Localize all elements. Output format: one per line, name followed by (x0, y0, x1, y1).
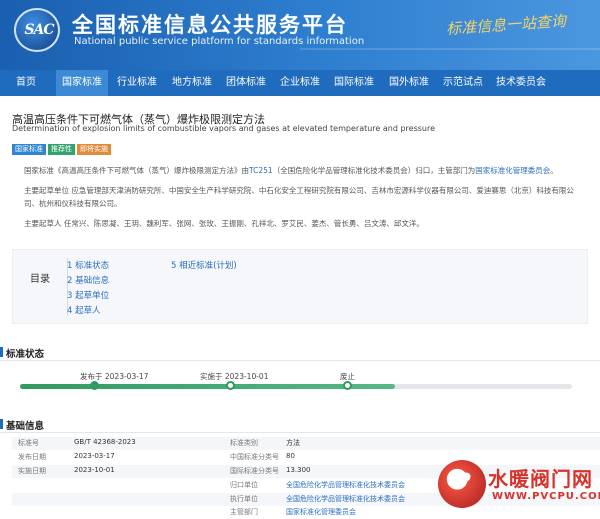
standard-badges: 国家标准 推荐性 即将实施 (12, 136, 113, 155)
badge-national: 国家标准 (12, 144, 46, 155)
nav-local-standards[interactable]: 地方标准 (166, 70, 218, 96)
site-subtitle: National public service platform for sta… (74, 36, 365, 47)
site-slogan: 标准信息一站查询 (445, 11, 567, 39)
sac-logo[interactable]: SAC (14, 8, 60, 52)
executing-unit-label: 执行单位 (230, 495, 258, 503)
ics-label: 国际标准分类号 (230, 467, 279, 475)
intro-paragraph-drafting-units: 主要起草单位 应急管理部天津消防研究所、中国安全生产科学研究院、中石化安全工程研… (24, 186, 574, 208)
nav-demonstration[interactable]: 示范试点 (437, 70, 489, 96)
intro-paragraph-1: 国家标准《高温高压条件下可燃气体（蒸气）爆炸极限测定方法》由TC251（全国危险… (24, 164, 584, 177)
ics-value: 13.300 (286, 466, 311, 474)
status-section-rule (0, 360, 600, 361)
intro-text: （全国危险化学品管理标准化技术委员会）归口，主管部门为 (272, 166, 476, 175)
toc-item-related-standards[interactable]: 5 相近标准(计划) (171, 259, 237, 271)
tc-link[interactable]: TC251 (249, 166, 273, 175)
department-link[interactable]: 国家标准化管理委员会 (475, 166, 550, 175)
standard-category-value: 方法 (286, 439, 300, 447)
status-section-title: 标准状态 (6, 349, 45, 360)
standard-title-en: Determination of explosion limits of com… (12, 124, 436, 133)
intro-text: 。 (550, 166, 558, 175)
toc-item-drafters[interactable]: 4 起草人 (67, 304, 101, 316)
toc-item-basic-info[interactable]: 2 基础信息 (67, 274, 109, 286)
status-timeline-progress (20, 384, 396, 389)
nav-group-standards[interactable]: 团体标准 (220, 70, 272, 96)
nav-national-standards[interactable]: 国家标准 (56, 70, 108, 96)
watermark-url: WWW.PVCPU.COM (492, 491, 600, 502)
nav-foreign-standards[interactable]: 国外标准 (383, 70, 435, 96)
implement-date-value: 2023-10-01 (74, 466, 115, 474)
toc-item-status[interactable]: 1 标准状态 (67, 259, 109, 271)
ccs-label: 中国标准分类号 (230, 453, 279, 461)
badge-upcoming: 即将实施 (77, 144, 111, 155)
table-of-contents: 目录 1 标准状态 2 基础信息 3 起草单位 4 起草人 5 相近标准(计划) (12, 249, 588, 324)
published-date-label: 发布于 2023-03-17 (80, 372, 149, 381)
implemented-date-label: 实施于 2023-10-01 (200, 372, 269, 381)
basic-section-marker (0, 419, 3, 429)
published-milestone-dot (90, 381, 99, 390)
toc-item-drafting-units[interactable]: 3 起草单位 (67, 289, 109, 301)
standard-number-value: GB/T 42368-2023 (74, 438, 136, 446)
ccs-value: 80 (286, 452, 295, 460)
toc-title: 目录 (30, 274, 50, 285)
nav-home[interactable]: 首页 (6, 70, 46, 96)
watermark-text: 水暖阀门网 (488, 467, 593, 491)
watermark-logo-icon: P (438, 460, 486, 508)
header-decoration (300, 48, 600, 50)
watermark-logo-mark: P (453, 469, 471, 495)
nav-enterprise-standards[interactable]: 企业标准 (274, 70, 326, 96)
main-nav: 首页 国家标准 行业标准 地方标准 团体标准 企业标准 国际标准 国外标准 示范… (0, 70, 600, 96)
implement-date-label: 实施日期 (18, 467, 46, 475)
responsible-unit-link[interactable]: 全国危险化学品管理标准化技术委员会 (286, 480, 405, 490)
executing-unit-link[interactable]: 全国危险化学品管理标准化技术委员会 (286, 494, 405, 504)
intro-paragraph-drafters: 主要起草人 任常兴、陈思凝、王玥、魏利军、张网、张玫、王振刚、孔祥北、罗艾民、姜… (24, 219, 424, 228)
nav-international-standards[interactable]: 国际标准 (328, 70, 380, 96)
table-row: 标准号 GB/T 42368-2023 标准类别 方法 (12, 437, 600, 450)
responsible-unit-label: 归口单位 (230, 481, 258, 489)
publish-date-value: 2023-03-17 (74, 452, 115, 460)
intro-text: 国家标准《高温高压条件下可燃气体（蒸气）爆炸极限测定方法》由 (24, 166, 249, 175)
abolished-milestone-dot (343, 381, 352, 390)
supervising-dept-label: 主管部门 (230, 508, 258, 516)
table-row: 主管部门 国家标准化管理委员会 (12, 506, 600, 519)
standard-category-label: 标准类别 (230, 439, 258, 447)
badge-recommended: 推荐性 (48, 144, 75, 155)
site-header: SAC 全国标准信息公共服务平台 National public service… (0, 0, 600, 70)
sac-logo-text: SAC (24, 22, 54, 38)
nav-industry-standards[interactable]: 行业标准 (111, 70, 163, 96)
status-section-marker (0, 347, 3, 357)
supervising-dept-link[interactable]: 国家标准化管理委员会 (286, 507, 356, 517)
publish-date-label: 发布日期 (18, 453, 46, 461)
status-timeline-track (20, 384, 572, 389)
implemented-milestone-dot (226, 381, 235, 390)
site-title: 全国标准信息公共服务平台 (72, 13, 348, 37)
nav-technical-committees[interactable]: 技术委员会 (490, 70, 552, 96)
standard-number-label: 标准号 (18, 439, 39, 447)
basic-section-title: 基础信息 (6, 421, 45, 432)
basic-section-rule (0, 432, 600, 433)
